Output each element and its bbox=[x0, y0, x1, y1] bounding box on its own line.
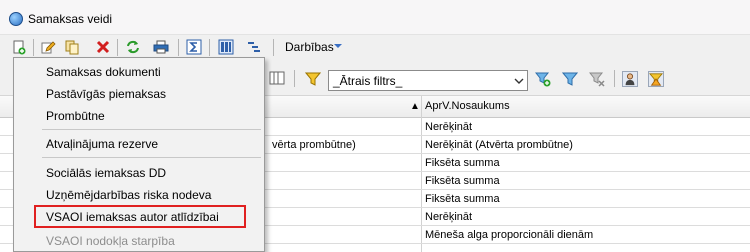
clear-filter-icon[interactable] bbox=[589, 71, 605, 87]
menu-item-samaksas-dokumenti[interactable]: Samaksas dokumenti bbox=[46, 65, 161, 79]
table-cell: Fiksēta summa bbox=[425, 175, 500, 187]
table-cell: vērta prombūtne) bbox=[272, 139, 356, 151]
menu-separator bbox=[42, 157, 261, 158]
table-cell: Mēneša alga proporcionāli dienām bbox=[425, 229, 594, 241]
copy-icon[interactable] bbox=[64, 39, 80, 55]
column-header-aprv-nosaukums[interactable]: AprV.Nosaukums bbox=[425, 100, 510, 112]
window-title: Samaksas veidi bbox=[28, 12, 113, 26]
menu-item-atvalinajuma-rezerve[interactable]: Atvaļinājuma rezerve bbox=[46, 137, 158, 151]
toolbar-separator bbox=[117, 39, 118, 56]
toolbar-separator bbox=[614, 70, 615, 87]
warning-filter-icon[interactable] bbox=[648, 71, 664, 87]
menu-item-socialas-iemaksas-dd[interactable]: Sociālās iemaksas DD bbox=[46, 166, 166, 180]
app-globe-icon bbox=[9, 12, 23, 26]
sum-icon[interactable] bbox=[186, 39, 202, 55]
columns-icon[interactable] bbox=[218, 39, 234, 55]
apply-filter-icon[interactable] bbox=[562, 71, 578, 87]
toolbar-separator bbox=[273, 39, 274, 56]
table-cell: Nerēķināt bbox=[425, 121, 473, 133]
menu-item-uznemejdarbibas-riska-nodeva[interactable]: Uzņēmējdarbības riska nodeva bbox=[46, 188, 211, 202]
table-cell: Fiksēta summa bbox=[425, 193, 500, 205]
quick-filter-combo[interactable]: _Ātrais filtrs_ bbox=[328, 70, 528, 91]
edit-icon[interactable] bbox=[40, 39, 56, 55]
menu-item-prombutne[interactable]: Prombūtne bbox=[46, 109, 105, 123]
menu-item-pastavigas-piemaksas[interactable]: Pastāvīgās piemaksas bbox=[46, 87, 166, 101]
highlight-rectangle bbox=[34, 205, 246, 228]
toolbar-separator bbox=[33, 39, 34, 56]
menu-separator bbox=[42, 129, 261, 130]
window-titlebar: Samaksas veidi bbox=[0, 0, 750, 35]
chevron-down-icon[interactable] bbox=[511, 71, 527, 90]
sort-ascending-icon[interactable]: ▲ bbox=[410, 101, 420, 112]
new-document-dropdown-menu: Samaksas dokumenti Pastāvīgās piemaksas … bbox=[13, 57, 265, 252]
refresh-icon[interactable] bbox=[125, 39, 141, 55]
chevron-down-icon[interactable] bbox=[333, 41, 343, 51]
tree-icon[interactable] bbox=[246, 39, 262, 55]
column-chooser-icon[interactable] bbox=[269, 70, 285, 86]
toolbar-separator bbox=[209, 39, 210, 56]
user-filter-icon[interactable] bbox=[622, 71, 638, 87]
delete-icon[interactable] bbox=[95, 39, 111, 55]
toolbar-separator bbox=[294, 70, 295, 87]
table-cell: Nerēķināt bbox=[425, 211, 473, 223]
filter-icon[interactable] bbox=[305, 71, 321, 87]
add-filter-icon[interactable] bbox=[535, 71, 551, 87]
quick-filter-value: _Ātrais filtrs_ bbox=[333, 74, 403, 88]
new-icon[interactable] bbox=[11, 39, 27, 55]
actions-menu-button[interactable]: Darbības bbox=[285, 40, 334, 54]
table-cell: Fiksēta summa bbox=[425, 157, 500, 169]
table-cell: Nerēķināt (Atvērta prombūtne) bbox=[425, 139, 573, 151]
print-icon[interactable] bbox=[153, 39, 169, 55]
toolbar-separator bbox=[178, 39, 179, 56]
menu-item-vsaoi-nodokla-starpiba: VSAOI nodokļa starpība bbox=[46, 234, 175, 248]
